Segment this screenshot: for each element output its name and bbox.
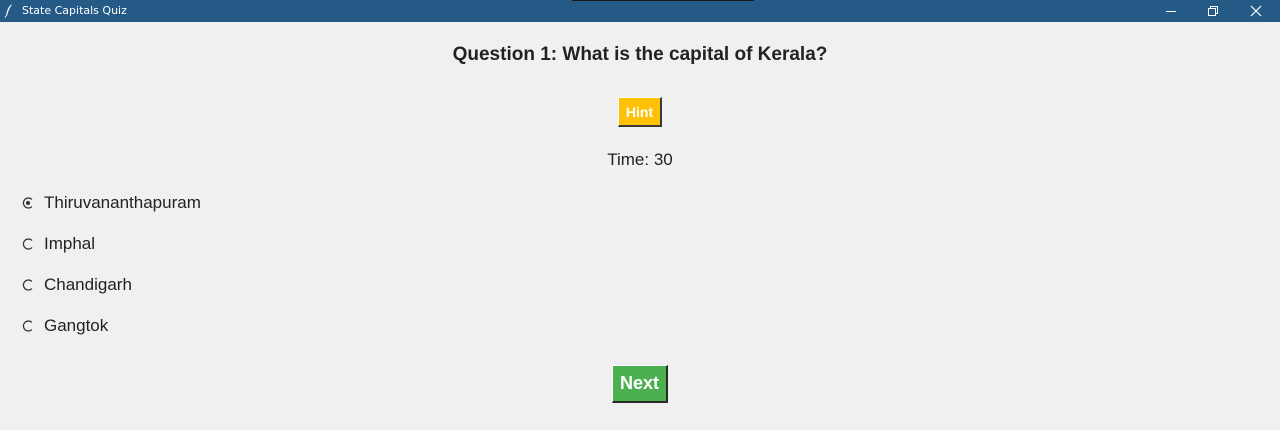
feather-icon: [4, 3, 14, 18]
option-gangtok[interactable]: Gangtok: [22, 313, 108, 339]
option-label: Imphal: [44, 234, 96, 253]
minimize-button[interactable]: [1150, 0, 1192, 22]
timer-text: Time: 30: [607, 150, 673, 169]
option-chandigarh[interactable]: Chandigarh: [22, 272, 132, 298]
radio-selected-icon[interactable]: [22, 197, 44, 209]
app-window: State Capitals Quiz Question 1: What is …: [0, 0, 1280, 430]
next-button[interactable]: Next: [612, 365, 668, 403]
radio-unselected-icon[interactable]: [22, 320, 44, 332]
radio-unselected-icon[interactable]: [22, 279, 44, 291]
hint-button[interactable]: Hint: [618, 97, 662, 127]
question-text: Question 1: What is the capital of Keral…: [452, 44, 828, 65]
restore-icon: [1207, 5, 1219, 17]
title-bar-strip: [572, 0, 754, 1]
option-thiruvananthapuram[interactable]: Thiruvananthapuram: [22, 190, 201, 216]
close-icon: [1250, 5, 1262, 17]
title-bar[interactable]: State Capitals Quiz: [0, 0, 1280, 22]
option-imphal[interactable]: Imphal: [22, 231, 95, 257]
option-label: Gangtok: [44, 316, 109, 335]
close-button[interactable]: [1235, 0, 1277, 22]
minimize-icon: [1165, 5, 1177, 17]
window-title: State Capitals Quiz: [22, 4, 127, 17]
maximize-button[interactable]: [1192, 0, 1234, 22]
option-label: Chandigarh: [44, 275, 132, 294]
option-label: Thiruvananthapuram: [44, 193, 201, 212]
radio-unselected-icon[interactable]: [22, 238, 44, 250]
